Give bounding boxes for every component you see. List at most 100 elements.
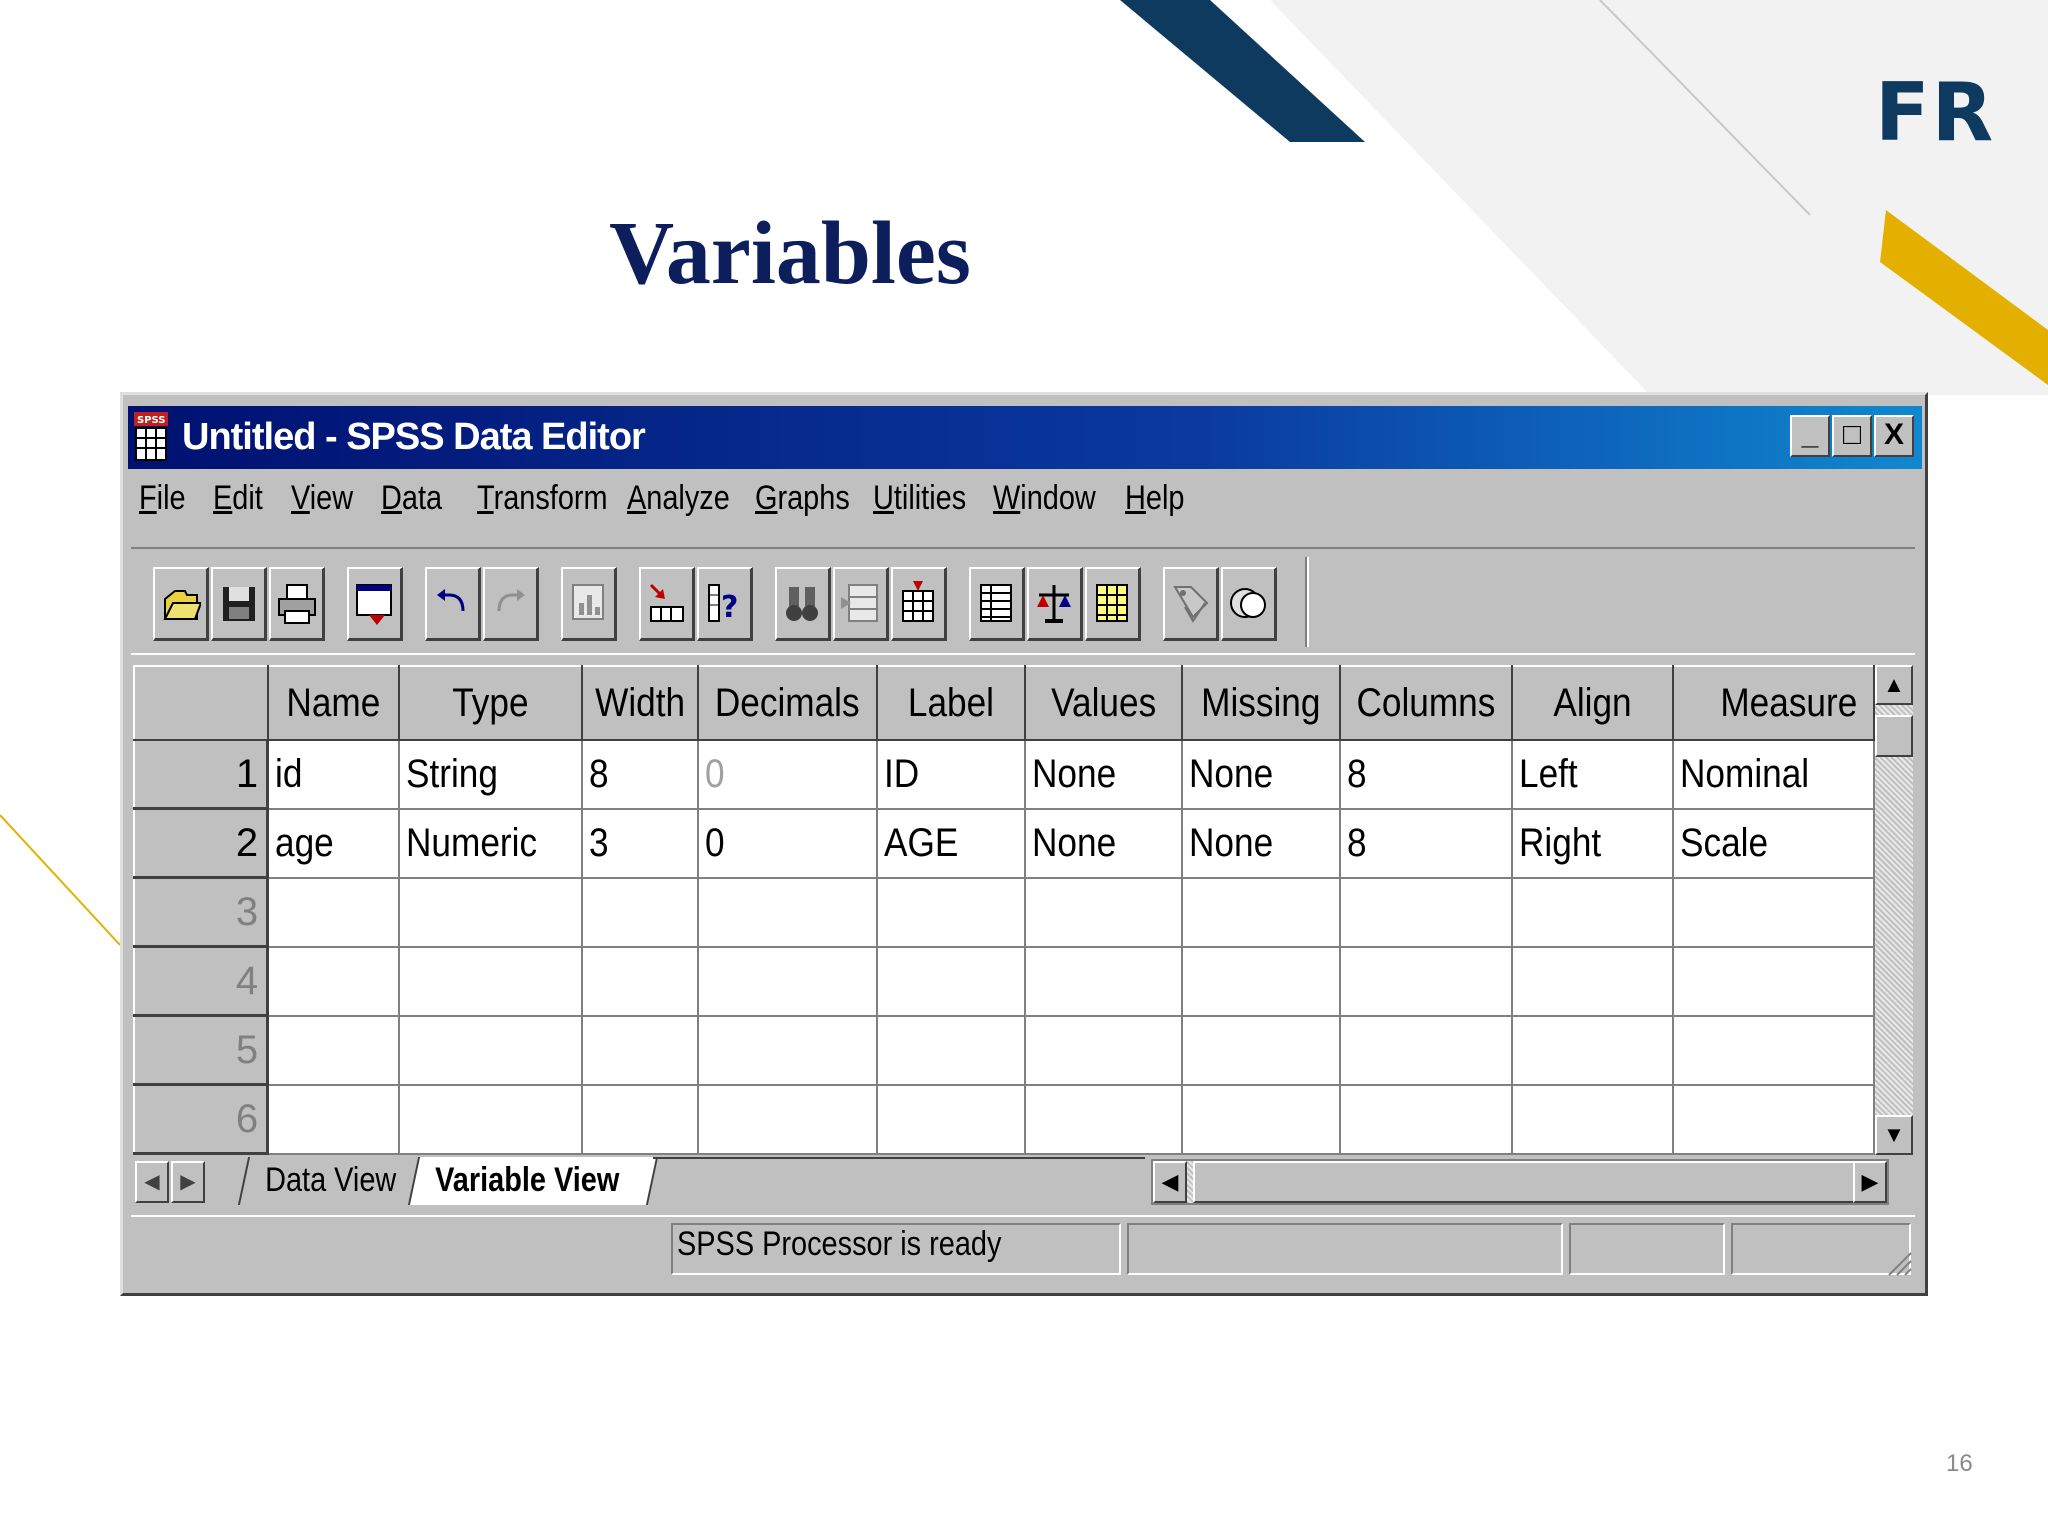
cell-decimals[interactable]: 0 (697, 807, 878, 879)
cell-values[interactable] (1024, 945, 1184, 1017)
variables-info-icon[interactable]: ? (697, 567, 753, 641)
cell-type[interactable]: String (398, 739, 584, 810)
tab-scroll-right-icon[interactable]: ▶ (171, 1161, 205, 1203)
cell-values[interactable] (1024, 876, 1184, 948)
cell-measure[interactable] (1672, 1083, 1875, 1155)
cell-measure[interactable]: Scale (1672, 807, 1875, 879)
cell-columns[interactable]: 8 (1338, 739, 1513, 810)
row-header[interactable]: 1 (133, 739, 270, 810)
menu-graphs[interactable]: Graphs (755, 479, 850, 518)
save-icon[interactable] (211, 567, 267, 641)
cell-width[interactable] (581, 1014, 700, 1086)
redo-icon[interactable] (483, 567, 539, 641)
cell-columns[interactable] (1338, 945, 1513, 1017)
row-header[interactable]: 4 (133, 945, 270, 1017)
insert-case-icon[interactable] (833, 567, 889, 641)
vertical-scrollbar[interactable]: ▲ ▼ (1875, 665, 1913, 1155)
resize-grip-icon[interactable] (1885, 1249, 1913, 1277)
row-header[interactable]: 6 (133, 1083, 270, 1155)
cell-measure[interactable]: Nominal (1672, 739, 1875, 810)
cell-label[interactable] (875, 945, 1027, 1017)
cell-decimals[interactable]: 0 (697, 739, 878, 810)
cell-values[interactable]: None (1024, 807, 1184, 879)
cell-measure[interactable] (1672, 1014, 1875, 1086)
cell-decimals[interactable] (697, 1014, 878, 1086)
cell-label[interactable] (875, 876, 1027, 948)
cell-align[interactable] (1510, 1083, 1675, 1155)
weight-cases-icon[interactable] (1027, 567, 1083, 641)
cell-align[interactable] (1510, 876, 1675, 948)
menu-analyze[interactable]: Analyze (627, 479, 730, 518)
column-header-align[interactable]: Align (1510, 665, 1675, 741)
cell-align[interactable] (1510, 1014, 1675, 1086)
tab-data-view[interactable]: Data View (237, 1157, 439, 1205)
cell-decimals[interactable] (697, 1083, 878, 1155)
cell-missing[interactable]: None (1181, 739, 1341, 810)
scroll-up-button[interactable]: ▲ (1875, 665, 1913, 705)
minimize-button[interactable]: _ (1790, 415, 1830, 457)
cell-columns[interactable]: 8 (1338, 807, 1513, 879)
menu-file[interactable]: File (139, 479, 186, 518)
column-header-label[interactable]: Label (875, 665, 1027, 741)
cell-label[interactable] (875, 1014, 1027, 1086)
vertical-scroll-thumb[interactable] (1875, 715, 1913, 757)
goto-chart-icon[interactable] (561, 567, 617, 641)
cell-missing[interactable] (1181, 1014, 1341, 1086)
cell-name[interactable] (266, 1083, 401, 1155)
undo-icon[interactable] (425, 567, 481, 641)
cell-type[interactable]: Numeric (398, 807, 584, 879)
maximize-button[interactable]: □ (1832, 415, 1872, 457)
cell-name[interactable] (266, 945, 401, 1017)
cell-width[interactable]: 8 (581, 739, 700, 810)
cell-width[interactable] (581, 945, 700, 1017)
print-icon[interactable] (269, 567, 325, 641)
menu-utilities[interactable]: Utilities (873, 479, 966, 518)
cell-width[interactable] (581, 876, 700, 948)
cell-type[interactable] (398, 1014, 584, 1086)
open-file-icon[interactable] (153, 567, 209, 641)
value-labels-icon[interactable] (1163, 567, 1219, 641)
cell-label[interactable]: AGE (875, 807, 1027, 879)
cell-width[interactable]: 3 (581, 807, 700, 879)
row-header[interactable]: 3 (133, 876, 270, 948)
cell-values[interactable] (1024, 1083, 1184, 1155)
cell-columns[interactable] (1338, 876, 1513, 948)
cell-columns[interactable] (1338, 1014, 1513, 1086)
cell-name[interactable]: id (266, 739, 401, 810)
cell-missing[interactable] (1181, 945, 1341, 1017)
cell-name[interactable]: age (266, 807, 401, 879)
cell-decimals[interactable] (697, 876, 878, 948)
title-bar[interactable]: SPSS Untitled - SPSS Data Editor _ □ X (128, 406, 1922, 469)
cell-label[interactable]: ID (875, 739, 1027, 810)
tab-variable-view[interactable]: Variable View (407, 1157, 659, 1205)
menu-edit[interactable]: Edit (213, 479, 263, 518)
cell-type[interactable] (398, 945, 584, 1017)
goto-case-icon[interactable] (639, 567, 695, 641)
cell-label[interactable] (875, 1083, 1027, 1155)
horizontal-scrollbar[interactable]: ◀ ▶ (1151, 1159, 1889, 1205)
cell-name[interactable] (266, 876, 401, 948)
column-header-type[interactable]: Type (398, 665, 584, 741)
select-cases-icon[interactable] (1085, 567, 1141, 641)
cell-missing[interactable] (1181, 1083, 1341, 1155)
column-header-missing[interactable]: Missing (1181, 665, 1341, 741)
column-header-width[interactable]: Width (581, 665, 700, 741)
row-header[interactable]: 2 (133, 807, 270, 879)
column-header-name[interactable]: Name (266, 665, 401, 741)
grid-corner[interactable] (133, 665, 269, 741)
find-icon[interactable] (775, 567, 831, 641)
scroll-right-button[interactable]: ▶ (1853, 1161, 1887, 1203)
cell-name[interactable] (266, 1014, 401, 1086)
menu-data[interactable]: Data (381, 479, 442, 518)
cell-decimals[interactable] (697, 945, 878, 1017)
scroll-left-button[interactable]: ◀ (1153, 1161, 1187, 1203)
cell-type[interactable] (398, 876, 584, 948)
cell-missing[interactable] (1181, 876, 1341, 948)
cell-missing[interactable]: None (1181, 807, 1341, 879)
horizontal-scroll-thumb[interactable] (1193, 1161, 1883, 1203)
column-header-measure[interactable]: Measure (1672, 665, 1875, 741)
tab-scroll-left-icon[interactable]: ◀ (135, 1161, 169, 1203)
menu-transform[interactable]: Transform (477, 479, 608, 518)
cell-align[interactable] (1510, 945, 1675, 1017)
row-header[interactable]: 5 (133, 1014, 270, 1086)
